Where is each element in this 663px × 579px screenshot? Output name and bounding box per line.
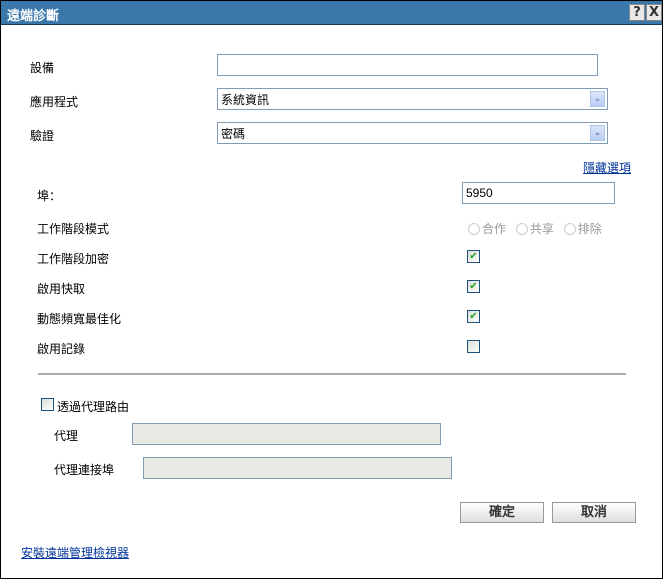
enable-logging-label: 啟用記錄: [37, 342, 86, 356]
session-mode-label: 工作階段模式: [37, 222, 110, 236]
radio-label: 合作: [482, 222, 507, 236]
radio-exclusive[interactable]: [563, 223, 576, 235]
radio-label: 排除: [577, 222, 602, 236]
help-button[interactable]: ?: [629, 4, 645, 21]
session-encryption-label: 工作階段加密: [37, 252, 110, 266]
chevron-down-icon[interactable]: ⌄: [590, 125, 605, 141]
radio-shared[interactable]: [515, 223, 528, 235]
authentication-value: 密碼: [221, 127, 246, 141]
application-select[interactable]: 系統資訊 ⌄: [217, 88, 608, 110]
application-label: 應用程式: [30, 95, 79, 109]
cancel-button[interactable]: 取消: [552, 502, 636, 523]
session-encryption-checkbox[interactable]: ✔: [467, 250, 480, 263]
radio-label: 共享: [529, 222, 554, 236]
proxy-port-label: 代理連接埠: [54, 463, 115, 477]
session-mode-radios: 合作 共享 排除: [468, 220, 608, 237]
bandwidth-optimization-checkbox[interactable]: ✔: [467, 310, 480, 323]
bandwidth-optimization-label: 動態頻寬最佳化: [37, 312, 122, 326]
divider: [38, 373, 626, 375]
device-input[interactable]: [217, 54, 598, 76]
enable-cache-checkbox[interactable]: ✔: [467, 280, 480, 293]
port-label: 埠：: [37, 189, 62, 203]
proxy-route-checkbox[interactable]: [41, 398, 54, 411]
enable-logging-checkbox[interactable]: [467, 340, 480, 353]
close-button[interactable]: X: [646, 4, 662, 21]
device-label: 設備: [30, 61, 55, 75]
dialog-title: 遠端診斷: [7, 9, 60, 24]
ok-button[interactable]: 確定: [460, 502, 544, 523]
proxy-label: 代理: [54, 429, 79, 443]
title-bar: 遠端診斷 ? X: [1, 1, 662, 25]
proxy-port-input[interactable]: [143, 457, 452, 479]
chevron-down-icon[interactable]: ⌄: [590, 91, 605, 107]
proxy-input[interactable]: [132, 423, 441, 445]
enable-cache-label: 啟用快取: [37, 282, 86, 296]
port-input[interactable]: [462, 182, 615, 204]
authentication-select[interactable]: 密碼 ⌄: [217, 122, 608, 144]
remote-diagnostics-dialog: 遠端診斷 ? X 設備 應用程式 系統資訊 ⌄ 驗證 密碼 ⌄ 隱藏選項 埠： …: [0, 0, 663, 579]
application-value: 系統資訊: [221, 93, 270, 107]
install-remote-viewer-link[interactable]: 安裝遠端管理檢視器: [21, 544, 129, 561]
proxy-route-label: 透過代理路由: [57, 400, 130, 414]
authentication-label: 驗證: [30, 129, 55, 143]
hide-options-link[interactable]: 隱藏選項: [583, 159, 631, 176]
radio-collaborate[interactable]: [468, 223, 480, 235]
